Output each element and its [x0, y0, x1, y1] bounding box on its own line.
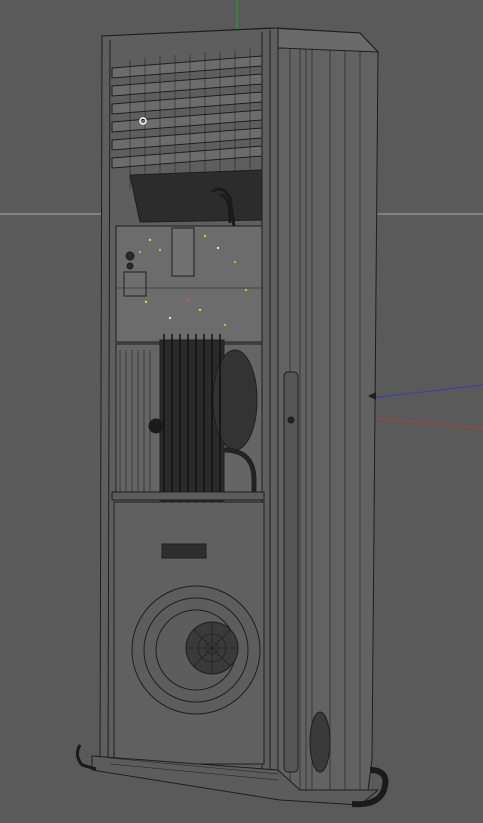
shelf [111, 491, 265, 501]
air-conditioner-model[interactable] [75, 27, 389, 808]
3d-viewport[interactable] [0, 0, 483, 823]
fan-grill-top [161, 543, 207, 559]
z-axis-line [369, 384, 483, 399]
side-handle[interactable] [309, 711, 331, 773]
blower-housing [129, 169, 263, 223]
compressor-knob [148, 418, 164, 434]
viewport-canvas[interactable] [0, 0, 483, 823]
side-vent-slot [283, 371, 299, 773]
board-connector [123, 271, 147, 297]
board-chip [171, 227, 195, 277]
compressor-body [159, 339, 225, 511]
